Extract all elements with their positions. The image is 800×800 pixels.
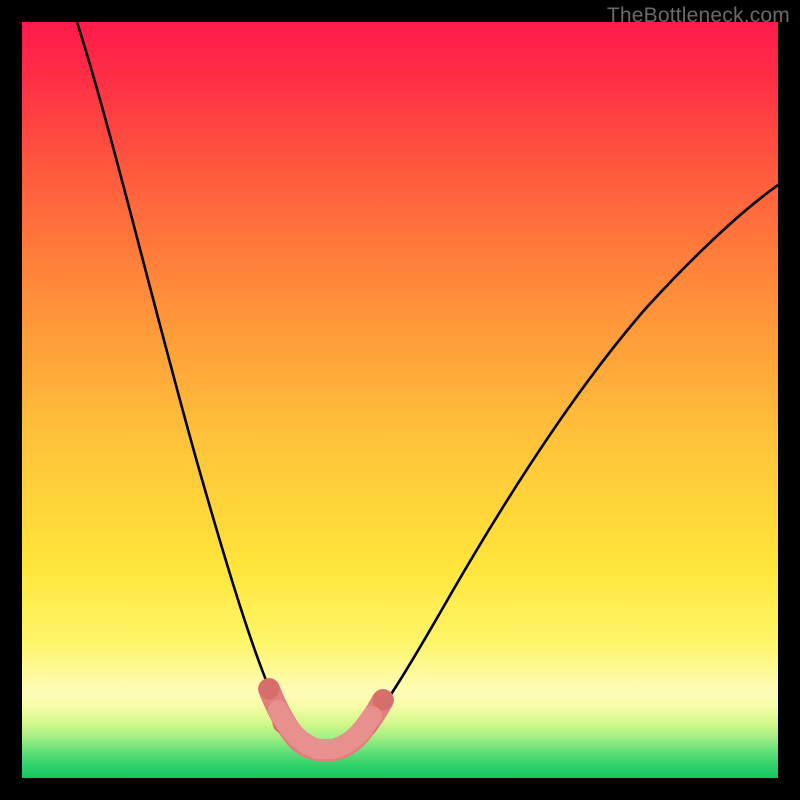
gradient-background: [22, 22, 778, 778]
plot-area: [22, 22, 778, 778]
chart-svg: [22, 22, 778, 778]
chart-frame: { "watermark": "TheBottleneck.com", "col…: [0, 0, 800, 800]
trough-dot-left: [259, 679, 280, 700]
watermark-text: TheBottleneck.com: [607, 4, 790, 28]
